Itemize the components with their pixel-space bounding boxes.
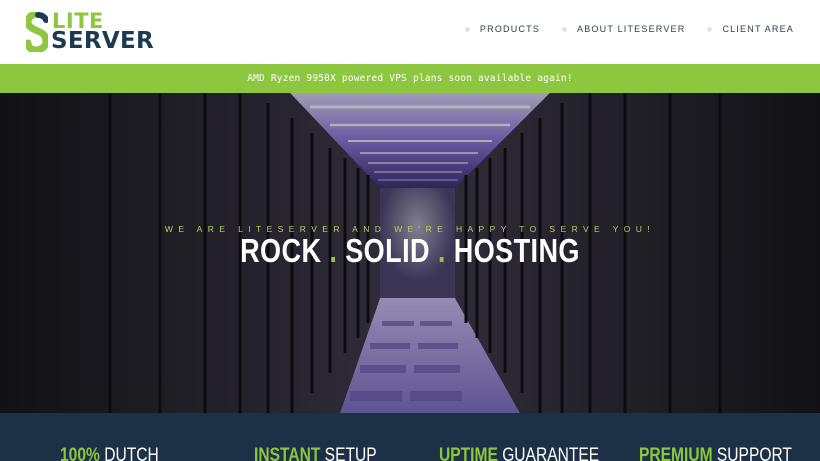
- feature-premium-support: PREMIUM SUPPORT: [639, 445, 792, 461]
- feature-instant-setup: INSTANT SETUP: [254, 445, 377, 461]
- nav-item-label: ABOUT LITESERVER: [577, 24, 686, 34]
- hero-title: ROCK . SOLID . HOSTING: [74, 232, 746, 270]
- nav-item-about[interactable]: ABOUT LITESERVER: [562, 24, 685, 34]
- nav-item-label: CLIENT AREA: [722, 24, 794, 34]
- feature-highlight: INSTANT: [254, 445, 321, 461]
- announcement-text: AMD Ryzen 9950X powered VPS plans soon a…: [247, 73, 573, 84]
- logo-mark-icon: [26, 12, 48, 52]
- hero-text: WE ARE LITESERVER AND WE'RE HAPPY TO SER…: [0, 93, 820, 413]
- main-nav: PRODUCTS ABOUT LITESERVER CLIENT AREA: [464, 24, 794, 34]
- hero-title-separator: .: [437, 232, 446, 269]
- site-header: LITE SERVER PRODUCTS ABOUT LITESERVER CL…: [0, 0, 820, 64]
- hero-title-part: ROCK: [240, 232, 322, 269]
- feature-highlight: UPTIME: [439, 445, 498, 461]
- feature-dutch: 100% DUTCH: [60, 445, 159, 461]
- hero-title-part: HOSTING: [453, 232, 580, 269]
- hero-title-part: SOLID: [345, 232, 430, 269]
- logo-text-bottom: SERVER: [51, 28, 155, 54]
- hero-banner: WE ARE LITESERVER AND WE'RE HAPPY TO SER…: [0, 93, 820, 413]
- nav-item-products[interactable]: PRODUCTS: [464, 24, 541, 34]
- feature-label: DUTCH: [104, 445, 159, 461]
- feature-uptime-guarantee: UPTIME GUARANTEE: [439, 445, 599, 461]
- bullet-icon: [707, 26, 713, 32]
- feature-highlight: 100%: [60, 445, 100, 461]
- hero-title-separator: .: [329, 232, 338, 269]
- nav-item-label: PRODUCTS: [479, 24, 541, 34]
- feature-label: GUARANTEE: [502, 445, 600, 461]
- liteserver-logo[interactable]: LITE SERVER: [26, 11, 154, 53]
- bullet-icon: [464, 26, 470, 32]
- feature-label: SETUP: [324, 445, 377, 461]
- features-strip: 100% DUTCH INSTANT SETUP UPTIME GUARANTE…: [0, 413, 820, 461]
- announcement-bar[interactable]: AMD Ryzen 9950X powered VPS plans soon a…: [0, 64, 820, 93]
- feature-label: SUPPORT: [716, 445, 792, 461]
- nav-item-client-area[interactable]: CLIENT AREA: [707, 24, 794, 34]
- bullet-icon: [562, 26, 568, 32]
- feature-highlight: PREMIUM: [639, 445, 713, 461]
